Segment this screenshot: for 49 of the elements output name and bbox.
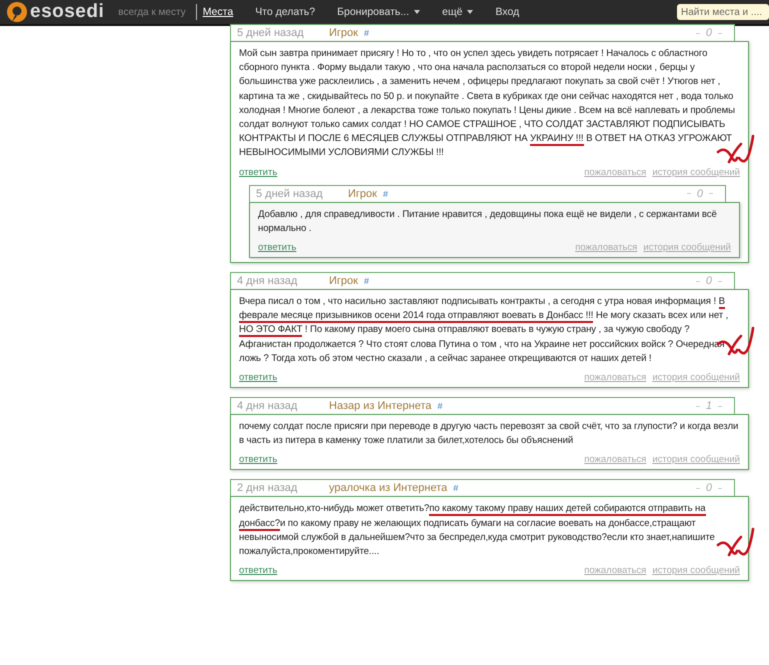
logo-text[interactable]: esosedi bbox=[30, 1, 104, 23]
reply-link[interactable]: ответить bbox=[239, 372, 278, 384]
post-score: 0 bbox=[706, 27, 712, 39]
post-anchor-link[interactable]: # bbox=[438, 401, 443, 412]
nav-item[interactable]: Что делать? bbox=[255, 6, 316, 18]
reply-link[interactable]: ответить bbox=[239, 565, 278, 576]
search-field[interactable]: Найти места и .... bbox=[677, 4, 769, 20]
post-time: 4 дня назад bbox=[237, 400, 298, 412]
post-score: 1 bbox=[706, 400, 712, 412]
history-link[interactable]: история сообщений bbox=[652, 454, 740, 466]
author-name[interactable]: Игрок bbox=[329, 27, 358, 39]
nav-item[interactable]: ещё bbox=[442, 6, 474, 18]
post-score: 0 bbox=[706, 275, 712, 288]
post-anchor-link[interactable]: # bbox=[364, 28, 369, 38]
report-link[interactable]: пожаловаться bbox=[584, 372, 646, 384]
post-time: 4 дня назад bbox=[237, 275, 298, 288]
post-score: 0 bbox=[706, 482, 712, 494]
post-time: 5 дней назад bbox=[237, 27, 305, 39]
post-score: 0 bbox=[696, 188, 703, 200]
tagline: всегда к месту bbox=[118, 6, 186, 18]
history-link[interactable]: история сообщений bbox=[652, 372, 740, 384]
reply-link[interactable]: ответить bbox=[239, 166, 278, 178]
report-link[interactable]: пожаловаться bbox=[584, 166, 646, 178]
post-time: 2 дня назад bbox=[237, 482, 298, 494]
reply-link[interactable]: ответить bbox=[258, 242, 296, 254]
caret-icon bbox=[414, 10, 420, 14]
report-link[interactable]: пожаловаться bbox=[575, 242, 638, 254]
author-name[interactable]: Назар из Интернета bbox=[329, 400, 432, 412]
author-name[interactable]: уралочка из Интернета bbox=[329, 482, 448, 494]
history-link[interactable]: история сообщений bbox=[643, 242, 731, 254]
author-name[interactable]: Игрок bbox=[329, 275, 358, 288]
post-anchor-link[interactable]: # bbox=[382, 188, 388, 199]
author-name[interactable]: Игрок bbox=[348, 188, 377, 200]
report-link[interactable]: пожаловаться bbox=[584, 565, 646, 576]
history-link[interactable]: история сообщений bbox=[652, 565, 740, 576]
nav-item[interactable]: Бронировать... bbox=[337, 6, 420, 18]
post-text: действительно,кто-нибудь может ответить?по какому такому праву наших детей собираются отправить на донбасс?и по какому праву не желающих подписать бумаги на согласие воевать на донбассе,стращают невыносимой службой в дальнейшем?что за беспредел,куда смотрит руководство?если кто знает,напишите пожалуйста,прокоментируйте.... bbox=[239, 502, 716, 560]
post-anchor-link[interactable]: # bbox=[453, 483, 458, 494]
post-time: 5 дней назад bbox=[256, 188, 324, 200]
nav-item[interactable]: Вход bbox=[495, 6, 520, 18]
post-text: Мой сын завтра принимает присягу ! Но то , что он успел здесь увидеть потрясает ! Началось с областного сборного пункта . Форму выдали такую , что она начала расползаться со второй недели носки , берцы у большинства уже расклеились , а заменить нечем , офицеры предлагают покупать за свой счёт ! Утюгов нет , картина та же , скидывайтесь по 50 р. и покупайте . Света в кубриках где они сейчас находятся нет , вода только холодная ! Многие болеют , а лекарства тоже только покупать ! Цены дикие . Всем на всё наплевать и проблемы солдат волнуют только самих солдат ! НО САМОЕ СТРАШНОЕ , ЧТО СОЛДАТ ЗАСТАВЛЯЮТ ПОДПИСЫВАТЬ КОНТРАКТЫ И ПОСЛЕ 6 МЕСЯЦЕВ СЛУЖБЫ ОТПРАВЛЯЮТ НА УКРАИНУ !!! В ОТВЕТ НА ОТКАЗ УГРОЖАЮТ НЕВЫНОСИМЫМИ УСЛОВИЯМИ СЛУЖБЫ !!! bbox=[239, 47, 736, 160]
post-text: почему солдат после присяги при переводе в другую часть перевозят за свой счёт, что за глупости? и когда везли в часть из питера в каменку тоже платили за билет,хотелось бы объяснений bbox=[239, 420, 740, 448]
history-link[interactable]: история сообщений bbox=[652, 166, 740, 178]
report-link[interactable]: пожаловаться bbox=[584, 454, 646, 466]
nav-item[interactable]: Места bbox=[202, 6, 234, 18]
post-text: Добавлю , для справедливости . Питание нравится , дедовщины пока ещё не видели , с сержантами всё нормально . bbox=[258, 208, 718, 236]
post-anchor-link[interactable]: # bbox=[364, 276, 369, 286]
reply-link[interactable]: ответить bbox=[239, 454, 278, 466]
caret-icon bbox=[467, 10, 474, 14]
